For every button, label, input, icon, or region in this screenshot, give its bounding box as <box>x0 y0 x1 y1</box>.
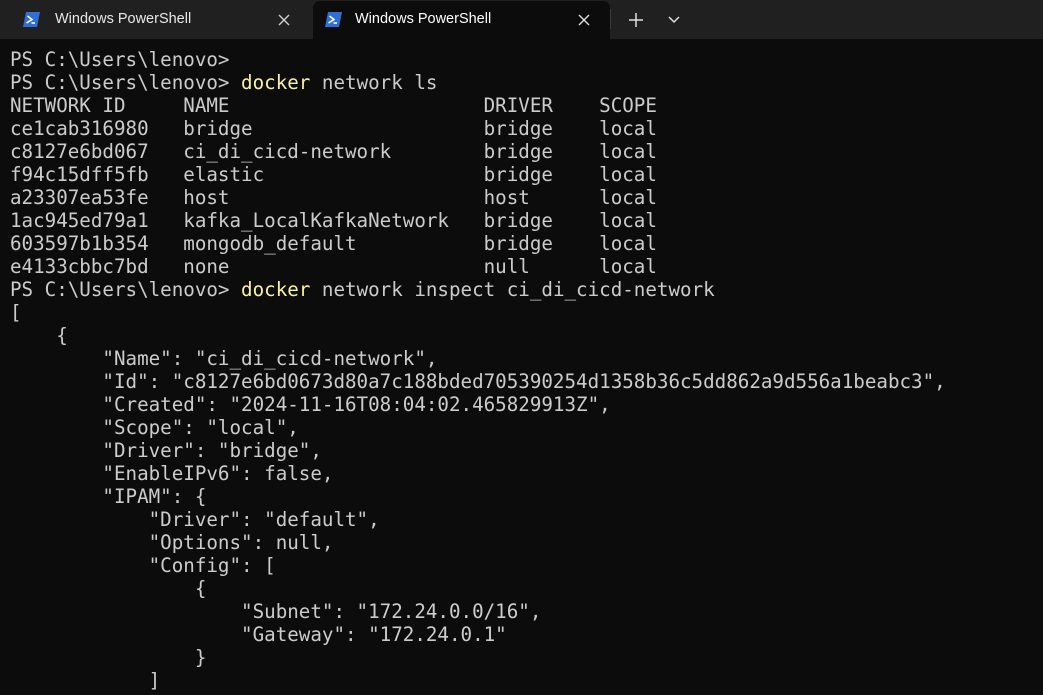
close-icon[interactable] <box>276 12 292 28</box>
terminal-text: "Subnet": "172.24.0.0/16", <box>10 600 542 623</box>
terminal-text: 603597b1b354 mongodb_default bridge loca… <box>10 232 657 255</box>
terminal-text: "Created": "2024-11-16T08:04:02.46582991… <box>10 393 611 416</box>
terminal-text: f94c15dff5fb elastic bridge local <box>10 163 657 186</box>
terminal-line: "Name": "ci_di_cicd-network", <box>10 347 1040 370</box>
terminal-line: 603597b1b354 mongodb_default bridge loca… <box>10 232 1040 255</box>
terminal-line: PS C:\Users\lenovo> docker network inspe… <box>10 278 1040 301</box>
terminal-line: f94c15dff5fb elastic bridge local <box>10 163 1040 186</box>
tab-powershell-2[interactable]: Windows PowerShell <box>313 1 610 39</box>
terminal-line: "Options": null, <box>10 531 1040 554</box>
terminal-text: { <box>10 324 68 347</box>
terminal-line: { <box>10 577 1040 600</box>
terminal-line: { <box>10 324 1040 347</box>
tab-bar: Windows PowerShell Windows PowerShell <box>0 0 1043 39</box>
terminal-line: NETWORK ID NAME DRIVER SCOPE <box>10 94 1040 117</box>
terminal-text: e4133cbbc7bd none null local <box>10 255 657 278</box>
terminal-line: a23307ea53fe host host local <box>10 186 1040 209</box>
terminal-text: "Gateway": "172.24.0.1" <box>10 623 507 646</box>
powershell-icon <box>23 12 40 27</box>
terminal-text: 1ac945ed79a1 kafka_LocalKafkaNetwork bri… <box>10 209 657 232</box>
terminal-line: c8127e6bd067 ci_di_cicd-network bridge l… <box>10 140 1040 163</box>
terminal-line: "Id": "c8127e6bd0673d80a7c188bded7053902… <box>10 370 1040 393</box>
terminal-text: "IPAM": { <box>10 485 207 508</box>
powershell-icon <box>325 12 342 27</box>
terminal-text: "Scope": "local", <box>10 416 299 439</box>
tab-separator <box>610 9 611 29</box>
tab-powershell-1[interactable]: Windows PowerShell <box>6 1 306 39</box>
terminal-text: [ <box>10 301 22 324</box>
tab-title: Windows PowerShell <box>55 11 192 27</box>
terminal-text: network ls <box>310 71 438 94</box>
terminal-line: PS C:\Users\lenovo> docker network ls <box>10 71 1040 94</box>
terminal-window: Windows PowerShell Windows PowerShell PS… <box>0 0 1043 695</box>
terminal-line: ] <box>10 669 1040 692</box>
terminal-output[interactable]: PS C:\Users\lenovo> PS C:\Users\lenovo> d… <box>10 48 1040 692</box>
terminal-line: "EnableIPv6": false, <box>10 462 1040 485</box>
terminal-text: a23307ea53fe host host local <box>10 186 657 209</box>
terminal-text: } <box>10 646 207 669</box>
terminal-text: NETWORK ID NAME DRIVER SCOPE <box>10 94 657 117</box>
terminal-line: "Driver": "default", <box>10 508 1040 531</box>
terminal-text: PS C:\Users\lenovo> <box>10 48 230 71</box>
terminal-text: "Name": "ci_di_cicd-network", <box>10 347 438 370</box>
terminal-line: "IPAM": { <box>10 485 1040 508</box>
command-keyword: docker <box>241 278 311 301</box>
terminal-text: PS C:\Users\lenovo> <box>10 278 242 301</box>
terminal-text: PS C:\Users\lenovo> <box>10 71 242 94</box>
terminal-line: } <box>10 646 1040 669</box>
terminal-line: "Subnet": "172.24.0.0/16", <box>10 600 1040 623</box>
terminal-text: { <box>10 577 207 600</box>
close-icon[interactable] <box>576 12 592 28</box>
terminal-line: [ <box>10 301 1040 324</box>
terminal-line: PS C:\Users\lenovo> <box>10 48 1040 71</box>
plus-icon[interactable] <box>626 10 646 30</box>
terminal-line: 1ac945ed79a1 kafka_LocalKafkaNetwork bri… <box>10 209 1040 232</box>
terminal-text: "Driver": "bridge", <box>10 439 322 462</box>
terminal-text: "EnableIPv6": false, <box>10 462 334 485</box>
terminal-text: "Driver": "default", <box>10 508 380 531</box>
chevron-down-icon[interactable] <box>665 12 683 28</box>
terminal-line: "Scope": "local", <box>10 416 1040 439</box>
terminal-text: "Config": [ <box>10 554 276 577</box>
terminal-text: ] <box>10 669 161 692</box>
terminal-line: "Created": "2024-11-16T08:04:02.46582991… <box>10 393 1040 416</box>
terminal-text: "Options": null, <box>10 531 334 554</box>
terminal-line: "Config": [ <box>10 554 1040 577</box>
terminal-line: ce1cab316980 bridge bridge local <box>10 117 1040 140</box>
terminal-text: network inspect ci_di_cicd-network <box>310 278 715 301</box>
terminal-text: ce1cab316980 bridge bridge local <box>10 117 657 140</box>
terminal-line: "Gateway": "172.24.0.1" <box>10 623 1040 646</box>
terminal-line: e4133cbbc7bd none null local <box>10 255 1040 278</box>
tab-title: Windows PowerShell <box>355 11 492 27</box>
terminal-text: "Id": "c8127e6bd0673d80a7c188bded7053902… <box>10 370 946 393</box>
terminal-line: "Driver": "bridge", <box>10 439 1040 462</box>
command-keyword: docker <box>241 71 311 94</box>
terminal-text: c8127e6bd067 ci_di_cicd-network bridge l… <box>10 140 657 163</box>
